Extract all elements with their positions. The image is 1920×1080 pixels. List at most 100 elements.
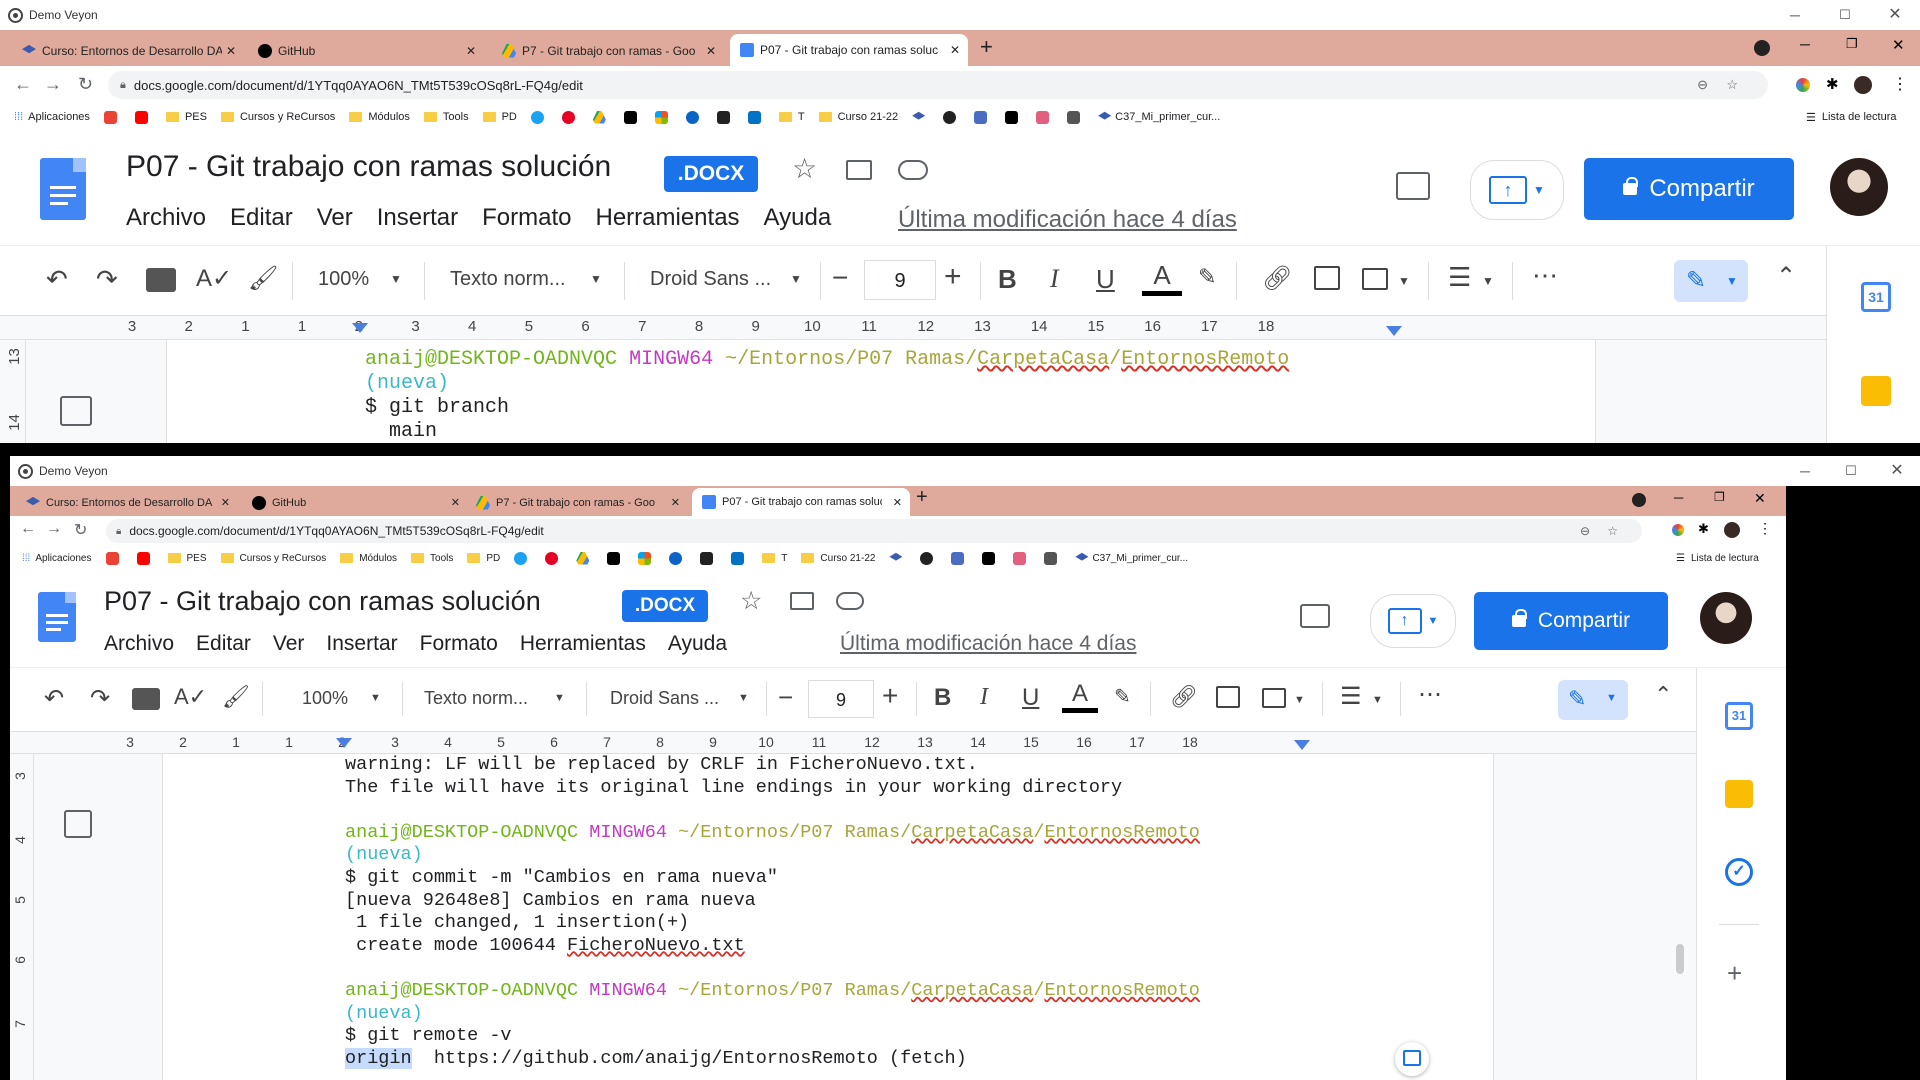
bookmark-star-icon[interactable]: ☆ xyxy=(1726,77,1738,93)
zoom-icon[interactable]: ⊖ xyxy=(1697,77,1708,93)
collapse-menu-icon[interactable]: ⌃ xyxy=(1776,262,1796,291)
menu-formato[interactable]: Formato xyxy=(420,632,498,656)
font-size-input[interactable]: 9 xyxy=(808,680,874,718)
tab-drive[interactable]: P7 - Git trabajo con ramas - Goo ✕ xyxy=(466,489,688,516)
add-addon-icon[interactable]: + xyxy=(1727,958,1742,989)
underline-icon[interactable]: U xyxy=(1096,264,1115,295)
avatar[interactable] xyxy=(1830,158,1888,216)
tab-curso[interactable]: Curso: Entornos de Desarrollo DA ✕ xyxy=(16,489,238,516)
chrome-menu-icon[interactable]: ⋮ xyxy=(1892,74,1908,94)
bookmark-gh[interactable] xyxy=(1005,110,1022,124)
maximize-icon[interactable]: ☐ xyxy=(1828,456,1874,486)
add-comment-icon[interactable] xyxy=(1314,266,1340,290)
tab-github[interactable]: GitHub ✕ xyxy=(242,489,468,516)
align-icon[interactable]: ☰ xyxy=(1448,262,1471,293)
style-select[interactable]: Texto norm... xyxy=(450,268,566,291)
bookmark-drive[interactable] xyxy=(576,551,593,565)
bookmark-cursos[interactable]: Cursos y ReCursos xyxy=(220,553,326,564)
right-indent-marker[interactable] xyxy=(1386,326,1402,336)
bookmark-ai[interactable] xyxy=(607,551,624,565)
bookmark-c37[interactable]: C37_Mi_primer_cur... xyxy=(1075,552,1188,565)
bookmark-pes[interactable]: PES xyxy=(167,553,207,564)
bookmark-pd[interactable]: PD xyxy=(467,553,500,564)
menu-insertar[interactable]: Insertar xyxy=(377,204,458,232)
increase-font-icon[interactable]: + xyxy=(882,680,898,712)
move-folder-icon[interactable] xyxy=(790,592,814,610)
comments-icon[interactable] xyxy=(1300,604,1330,628)
new-tab-icon[interactable]: + xyxy=(980,34,993,60)
tasks-icon[interactable]: ✓ xyxy=(1725,858,1753,886)
keep-icon[interactable] xyxy=(1725,780,1753,808)
minimize-icon[interactable]: ─ xyxy=(1770,0,1820,30)
bookmark-pinterest[interactable] xyxy=(545,551,562,565)
bookmark-pes[interactable]: PES xyxy=(165,111,207,123)
menu-insertar[interactable]: Insertar xyxy=(326,632,397,656)
reload-icon[interactable]: ↻ xyxy=(78,74,93,95)
print-icon[interactable] xyxy=(132,688,160,710)
bookmark-apps[interactable]: ⁞⁞⁞ Aplicaciones xyxy=(14,111,90,123)
highlight-icon[interactable]: ✎ xyxy=(1114,684,1131,709)
menu-herramientas[interactable]: Herramientas xyxy=(596,204,740,232)
doc-title[interactable]: P07 - Git trabajo con ramas solución xyxy=(104,586,541,617)
add-comment-icon[interactable] xyxy=(1216,686,1240,708)
bookmark-onedrive[interactable] xyxy=(685,110,703,124)
menu-herramientas[interactable]: Herramientas xyxy=(520,632,646,656)
underline-icon[interactable]: U xyxy=(1022,684,1039,712)
bookmark-cap[interactable] xyxy=(912,111,929,124)
last-modified-link[interactable]: Última modificación hace 4 días xyxy=(898,206,1237,234)
profile-icon[interactable] xyxy=(1724,522,1740,538)
zoom-select[interactable]: 100% xyxy=(302,688,348,709)
minimize-icon[interactable]: ─ xyxy=(1782,456,1828,486)
bookmark-tools[interactable]: Tools xyxy=(423,111,469,123)
collapse-menu-icon[interactable]: ⌃ xyxy=(1654,682,1672,708)
tab-search-icon[interactable] xyxy=(1632,493,1646,507)
menu-ver[interactable]: Ver xyxy=(317,204,353,232)
star-icon[interactable]: ☆ xyxy=(740,586,762,616)
zoom-icon[interactable]: ⊖ xyxy=(1580,524,1590,538)
bookmark-youtube[interactable] xyxy=(134,110,152,124)
menu-editar[interactable]: Editar xyxy=(196,632,251,656)
bookmark-c37[interactable]: C37_Mi_primer_cur... xyxy=(1098,111,1220,124)
tab-docs-active[interactable]: P07 - Git trabajo con ramas soluc ✕ xyxy=(730,34,968,66)
share-button[interactable]: Compartir xyxy=(1474,592,1668,650)
menu-ayuda[interactable]: Ayuda xyxy=(764,204,832,232)
puzzle-extensions-icon[interactable]: ✱ xyxy=(1698,521,1709,537)
close-tab-icon[interactable]: ✕ xyxy=(466,44,476,58)
bookmark-youtube[interactable] xyxy=(136,551,154,565)
present-button[interactable]: ↑ ▼ xyxy=(1470,160,1564,220)
document-outline-icon[interactable] xyxy=(60,396,92,426)
chevron-down-icon[interactable]: ▼ xyxy=(738,692,749,704)
undo-icon[interactable]: ↶ xyxy=(44,684,64,713)
bookmark-t[interactable]: T xyxy=(762,553,787,564)
bold-icon[interactable]: B xyxy=(998,264,1017,295)
bookmark-twitter[interactable] xyxy=(530,110,548,124)
bookmark-gmail[interactable] xyxy=(103,110,121,124)
align-icon[interactable]: ☰ xyxy=(1340,682,1362,711)
paint-format-icon[interactable]: 🖌︎ xyxy=(222,684,250,710)
cloud-saved-icon[interactable] xyxy=(898,160,928,180)
profile-icon[interactable] xyxy=(1854,76,1872,94)
font-size-input[interactable]: 9 xyxy=(864,260,936,300)
editing-mode-button[interactable]: ✎ ▼ xyxy=(1674,260,1748,302)
chrome-minimize-icon[interactable]: ─ xyxy=(1674,490,1683,505)
chrome-minimize-icon[interactable]: ─ xyxy=(1800,36,1810,52)
bookmark-b1[interactable] xyxy=(920,551,937,565)
tab-drive[interactable]: P7 - Git trabajo con ramas - Goo ✕ xyxy=(492,35,724,66)
bookmark-b4[interactable] xyxy=(1044,551,1061,565)
chevron-down-icon[interactable]: ▼ xyxy=(790,272,802,286)
bookmark-b4[interactable] xyxy=(1067,110,1084,124)
cloud-saved-icon[interactable] xyxy=(836,592,864,610)
present-button[interactable]: ↑ ▼ xyxy=(1370,594,1456,648)
add-comment-fab[interactable] xyxy=(1395,1042,1429,1076)
chevron-down-icon[interactable]: ▼ xyxy=(370,692,381,704)
more-icon[interactable]: ⋯ xyxy=(1532,260,1558,291)
tab-search-icon[interactable] xyxy=(1754,40,1770,56)
forward-icon[interactable]: → xyxy=(46,520,62,538)
chevron-down-icon[interactable]: ▼ xyxy=(1482,274,1494,288)
spellcheck-icon[interactable]: A✓ xyxy=(174,684,207,710)
docs-logo-icon[interactable] xyxy=(40,158,86,220)
decrease-font-icon[interactable]: − xyxy=(832,262,848,294)
chevron-down-icon[interactable]: ▼ xyxy=(554,692,565,704)
left-indent-marker[interactable] xyxy=(336,738,352,748)
doc-title[interactable]: P07 - Git trabajo con ramas solución xyxy=(126,150,611,184)
